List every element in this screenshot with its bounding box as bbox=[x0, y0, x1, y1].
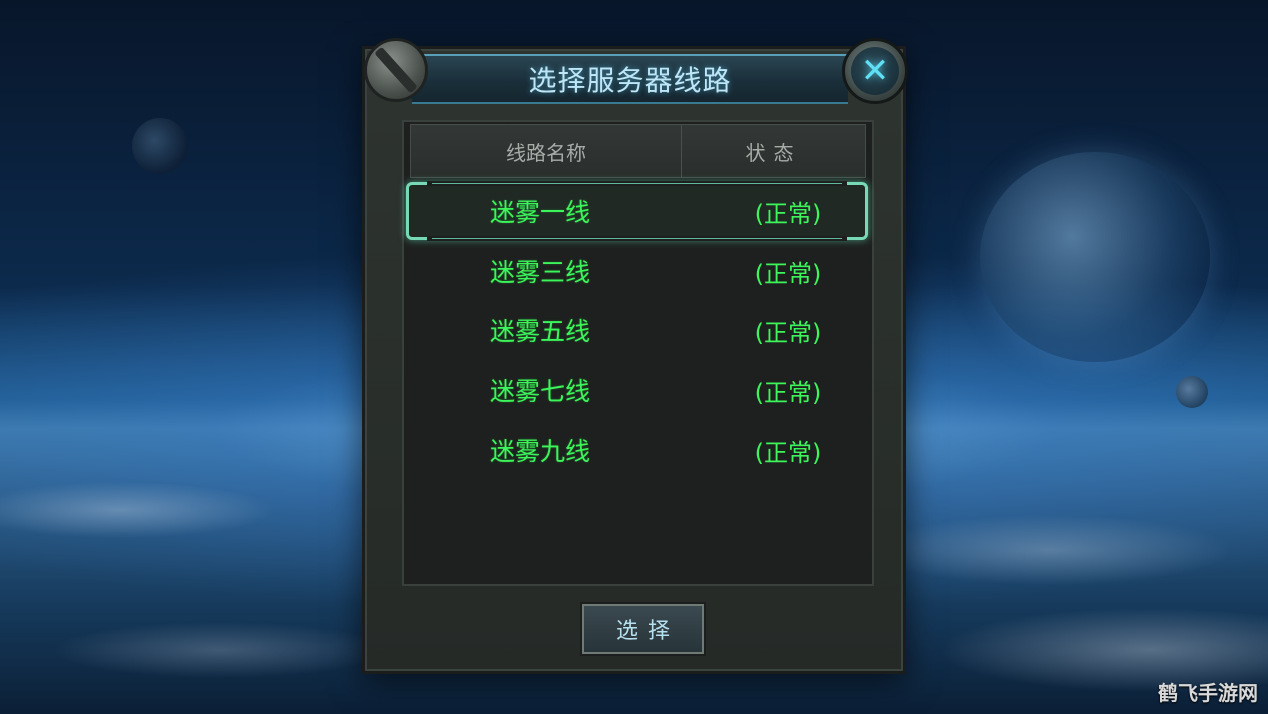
server-row-2[interactable]: 迷雾三线 (正常) bbox=[410, 243, 866, 299]
server-name: 迷雾一线 bbox=[489, 198, 590, 227]
close-button[interactable]: ✕ bbox=[842, 38, 908, 104]
planet-large bbox=[980, 152, 1210, 362]
server-status: (正常) bbox=[754, 438, 822, 467]
server-name: 迷雾七线 bbox=[489, 377, 590, 406]
header-line-name: 线路名称 bbox=[411, 125, 682, 177]
server-status: (正常) bbox=[754, 378, 822, 407]
server-row-5[interactable]: 迷雾九线 (正常) bbox=[410, 422, 866, 478]
watermark: 鹤飞手游网 bbox=[1158, 681, 1258, 705]
server-status: (正常) bbox=[754, 199, 822, 228]
select-button[interactable]: 选择 bbox=[580, 602, 706, 656]
server-status: (正常) bbox=[754, 259, 822, 288]
server-name: 迷雾九线 bbox=[489, 437, 590, 466]
planet-small bbox=[132, 118, 188, 174]
close-icon: ✕ bbox=[851, 47, 899, 95]
bolt-icon bbox=[364, 38, 428, 102]
server-status: (正常) bbox=[754, 318, 822, 347]
server-row-3[interactable]: 迷雾五线 (正常) bbox=[410, 302, 866, 358]
planet-tiny bbox=[1176, 376, 1208, 408]
server-name: 迷雾三线 bbox=[489, 258, 590, 287]
selection-line-bottom bbox=[432, 238, 842, 239]
dialog-title: 选择服务器线路 bbox=[528, 64, 732, 97]
dialog-title-bar: 选择服务器线路 bbox=[412, 54, 848, 104]
selection-line-top bbox=[432, 183, 842, 184]
table-header: 线路名称 状态 bbox=[410, 124, 866, 178]
server-name: 迷雾五线 bbox=[489, 317, 590, 346]
server-row-4[interactable]: 迷雾七线 (正常) bbox=[410, 362, 866, 418]
header-status: 状态 bbox=[745, 140, 802, 165]
server-row-1[interactable]: 迷雾一线 (正常) bbox=[410, 183, 866, 239]
